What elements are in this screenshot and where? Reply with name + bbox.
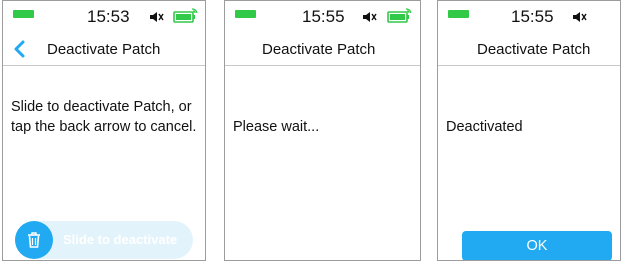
status-text: Deactivated — [446, 119, 523, 135]
mute-icon — [363, 12, 377, 22]
instruction-text: Slide to deactivate Patch, or tap the ba… — [11, 99, 197, 135]
screen-slide-to-deactivate: 15:53 Deactivate Patch Slide to deactiva… — [2, 0, 206, 261]
trash-icon — [28, 232, 40, 248]
battery-level-icon — [13, 10, 34, 18]
title-bar: Deactivate Patch — [3, 33, 205, 66]
clock: 15:55 — [302, 7, 345, 26]
ok-button[interactable]: OK — [462, 231, 612, 260]
screen-please-wait: 15:55 Deactivate Patch Please wait... — [224, 0, 421, 261]
page-title: Deactivate Patch — [47, 41, 161, 58]
slide-to-deactivate-slider[interactable]: Slide to deactivate — [15, 221, 193, 259]
back-arrow-icon[interactable] — [8, 37, 32, 61]
title-bar: Deactivate Patch — [438, 33, 620, 66]
status-bar: 15:55 — [438, 1, 620, 33]
title-bar: Deactivate Patch — [225, 33, 420, 66]
page-title: Deactivate Patch — [477, 41, 591, 58]
slider-knob[interactable] — [15, 221, 53, 259]
mute-icon — [150, 12, 164, 22]
screen-deactivated: 15:55 Deactivate Patch Deactivated OK — [437, 0, 621, 261]
mute-icon — [573, 12, 587, 22]
status-text: Please wait... — [233, 119, 320, 135]
status-bar: 15:55 — [225, 1, 420, 33]
status-bar: 15:53 — [3, 1, 205, 33]
page-title: Deactivate Patch — [262, 41, 376, 58]
battery-charging-icon — [173, 8, 198, 23]
slider-label: Slide to deactivate — [63, 232, 178, 247]
battery-level-icon — [448, 10, 469, 18]
battery-level-icon — [235, 10, 256, 18]
clock: 15:53 — [87, 7, 130, 26]
clock: 15:55 — [511, 7, 554, 26]
battery-charging-icon — [387, 8, 412, 23]
